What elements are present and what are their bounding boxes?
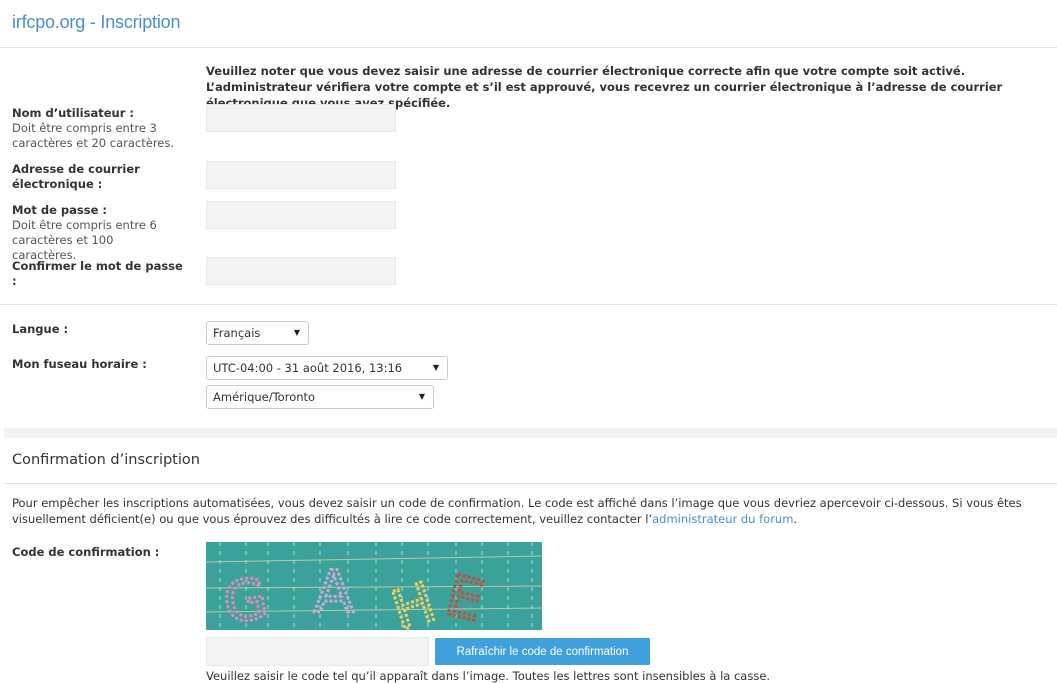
timezone-zone-select[interactable]: Amérique/Toronto ▼ [206,385,434,409]
email-input[interactable] [206,161,396,189]
confirmation-text: Pour empêcher les inscriptions automatis… [12,496,1022,526]
password-label-group: Mot de passe : Doit être compris entre 6… [12,203,172,263]
captcha-image: G A H E [206,542,542,630]
forum-admin-link[interactable]: administrateur du forum [652,512,793,526]
code-label: Code de confirmation : [12,545,160,559]
email-label-group: Adresse de courrier électronique : [12,162,162,192]
language-label: Langue : [12,322,69,336]
divider [0,47,1057,48]
email-label: Adresse de courrier électronique : [12,162,140,191]
language-selected-value: Français [213,326,261,340]
password-hint: Doit être compris entre 6 caractères et … [12,218,157,262]
captcha-char-2: A [314,558,354,626]
code-label-group: Code de confirmation : [12,545,187,560]
dropdown-arrow-icon: ▼ [432,363,439,372]
dropdown-arrow-icon: ▼ [418,392,425,401]
divider [4,483,1057,484]
divider [0,304,1057,305]
confirmation-title: Confirmation d’inscription [12,452,200,468]
confirmation-code-input[interactable] [206,637,429,666]
page-title: irfcpo.org - Inscription [12,12,181,32]
timezone-label-group: Mon fuseau horaire : [12,357,187,372]
confirmation-help: Veuillez saisir le code tel qu’il appara… [206,669,771,683]
registration-page: irfcpo.org - Inscription Veuillez noter … [0,0,1057,683]
dropdown-arrow-icon: ▼ [293,328,300,337]
timezone-offset-select[interactable]: UTC-04:00 - 31 août 2016, 13:16 ▼ [206,356,448,380]
timezone-offset-value: UTC-04:00 - 31 août 2016, 13:16 [213,361,403,375]
confirmation-explanation: Pour empêcher les inscriptions automatis… [12,495,1052,527]
password-label: Mot de passe : [12,203,107,217]
refresh-captcha-button[interactable]: Rafraîchir le code de confirmation [435,638,650,665]
confirm-password-label-group: Confirmer le mot de passe : [12,259,187,289]
username-input[interactable] [206,104,396,132]
captcha-char-1: G [220,566,272,630]
confirm-password-label: Confirmer le mot de passe : [12,259,183,288]
password-input[interactable] [206,201,396,229]
language-select[interactable]: Français ▼ [206,321,309,345]
username-label-group: Nom d’utilisateur : Doit être compris en… [12,106,187,151]
timezone-zone-value: Amérique/Toronto [213,390,316,404]
language-label-group: Langue : [12,322,187,337]
username-hint: Doit être compris entre 3 caractères et … [12,121,175,150]
username-label: Nom d’utilisateur : [12,106,134,120]
timezone-label: Mon fuseau horaire : [12,357,147,371]
section-separator [4,428,1057,438]
confirmation-text-end: . [793,512,798,526]
confirm-password-input[interactable] [206,257,396,285]
